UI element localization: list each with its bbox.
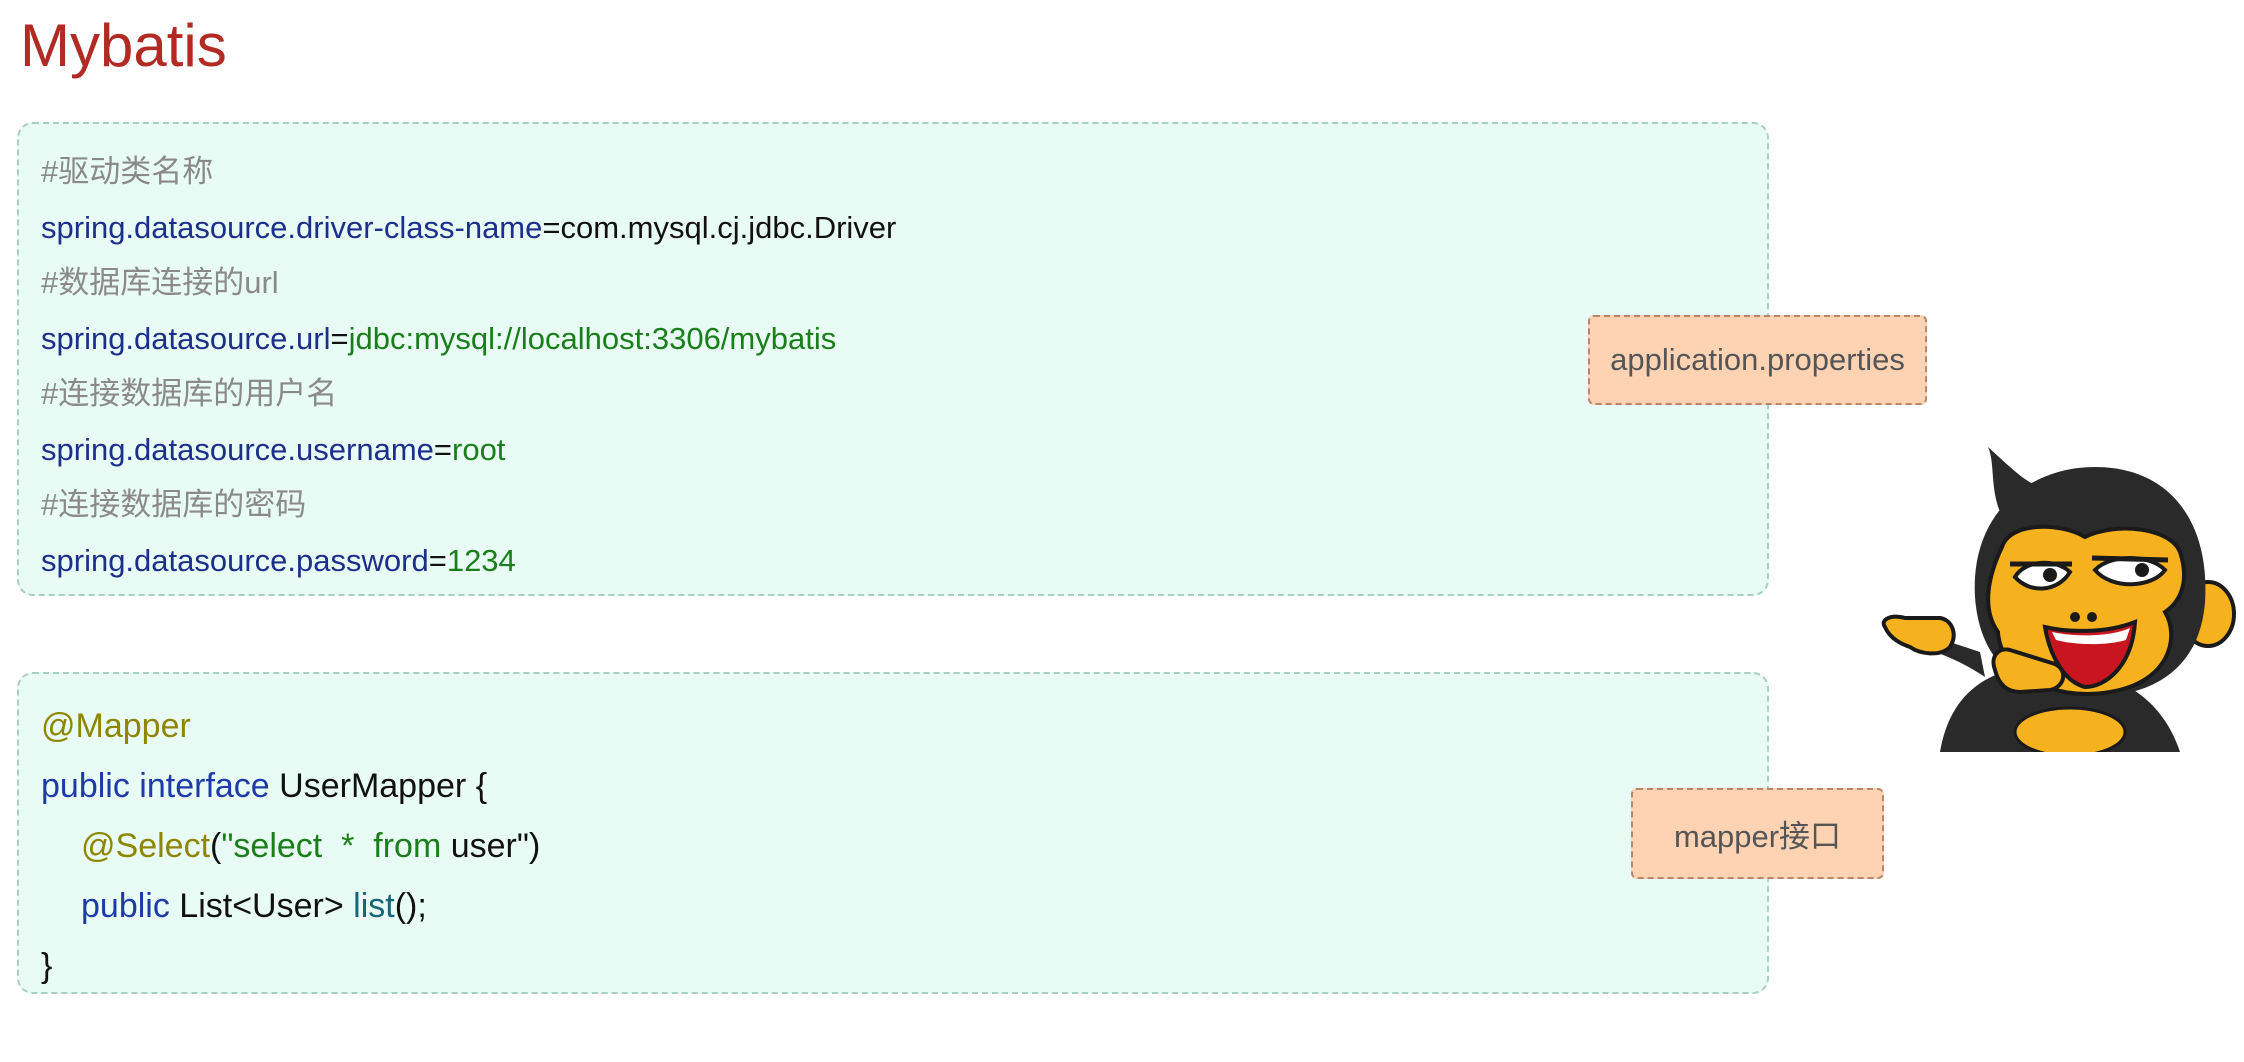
property-separator: = bbox=[542, 209, 561, 245]
property-key: spring.datasource.url bbox=[41, 320, 331, 356]
sql-from: from bbox=[373, 827, 442, 865]
property-separator: = bbox=[428, 542, 447, 578]
sql-star: * bbox=[341, 827, 355, 865]
close-brace-line: } bbox=[41, 936, 1767, 996]
property-line-username: spring.datasource.username=root bbox=[41, 422, 1767, 478]
interface-keyword: interface bbox=[139, 767, 270, 805]
properties-file-label: application.properties bbox=[1588, 315, 1927, 405]
method-declaration-line: public List<User> list(); bbox=[41, 876, 1767, 936]
mapper-annotation-line: @Mapper bbox=[41, 696, 1767, 756]
property-value: root bbox=[452, 431, 506, 467]
open-brace: { bbox=[475, 767, 488, 805]
public-keyword: public bbox=[41, 767, 130, 805]
property-key: spring.datasource.password bbox=[41, 542, 429, 578]
public-keyword: public bbox=[81, 887, 170, 925]
select-annotation-line: @Select("select * from user") bbox=[41, 816, 1767, 876]
comment-url: #数据库连接的url bbox=[41, 265, 279, 300]
return-type: List<User> bbox=[179, 887, 344, 925]
paren-open: ( bbox=[210, 827, 222, 865]
properties-code-block: #驱动类名称 spring.datasource.driver-class-na… bbox=[17, 122, 1769, 596]
method-name: list bbox=[353, 887, 395, 925]
property-value: com.mysql.cj.jdbc.Driver bbox=[560, 209, 897, 245]
sql-select: "select bbox=[221, 827, 323, 865]
property-line-password: spring.datasource.password=1234 bbox=[41, 533, 1767, 589]
property-key: spring.datasource.username bbox=[41, 431, 434, 467]
pointing-monkey-mascot-icon bbox=[1881, 447, 2236, 752]
property-line-url: spring.datasource.url=jdbc:mysql://local… bbox=[41, 311, 1767, 367]
mapper-interface-label: mapper接口 bbox=[1631, 788, 1884, 879]
comment-driver: #驱动类名称 bbox=[41, 154, 214, 189]
sql-table: user bbox=[450, 827, 517, 865]
page-title: Mybatis bbox=[20, 12, 227, 79]
quote-paren-close: ") bbox=[516, 827, 541, 865]
method-tail: (); bbox=[394, 887, 427, 925]
property-separator: = bbox=[433, 431, 452, 467]
property-value: jdbc:mysql://localhost:3306/mybatis bbox=[348, 320, 837, 356]
interface-name: UserMapper bbox=[279, 767, 467, 805]
interface-declaration-line: public interface UserMapper { bbox=[41, 756, 1767, 816]
property-line-driver: spring.datasource.driver-class-name=com.… bbox=[41, 200, 1767, 256]
mapper-annotation: @Mapper bbox=[41, 707, 191, 745]
property-separator: = bbox=[330, 320, 349, 356]
mapper-code-block: @Mapper public interface UserMapper { @S… bbox=[17, 672, 1769, 994]
close-brace: } bbox=[41, 947, 53, 985]
comment-password: #连接数据库的密码 bbox=[41, 487, 307, 522]
comment-username: #连接数据库的用户名 bbox=[41, 376, 338, 411]
property-key: spring.datasource.driver-class-name bbox=[41, 209, 543, 245]
select-annotation: @Select bbox=[81, 827, 211, 865]
property-value: 1234 bbox=[446, 542, 516, 578]
